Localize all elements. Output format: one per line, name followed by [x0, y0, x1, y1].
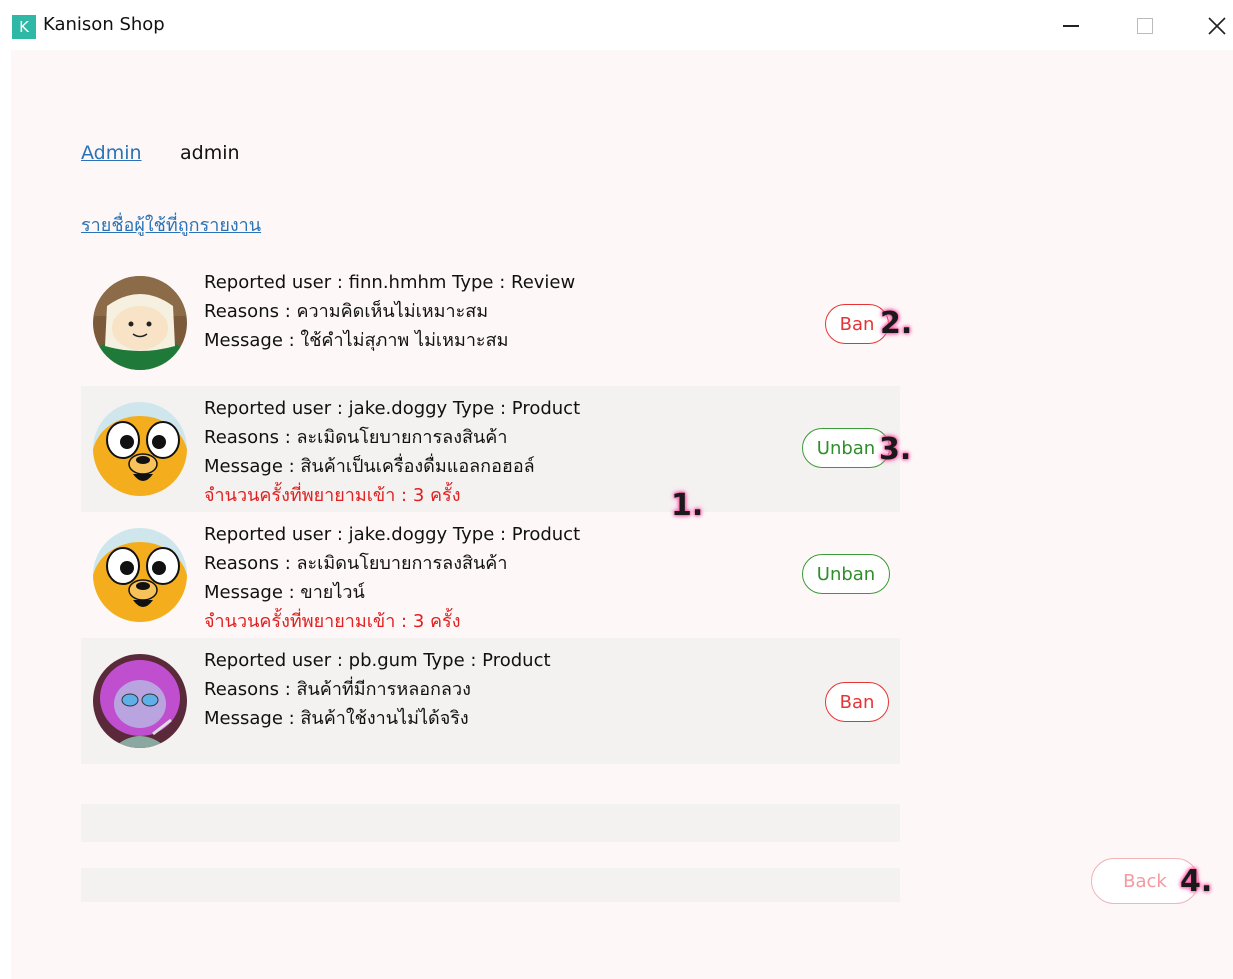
annotation-marker-1: 1. [671, 488, 704, 523]
report-details: Reported user : finn.hmhm Type : Review … [204, 268, 575, 355]
current-username: admin [180, 142, 240, 164]
reported-user-line: Reported user : jake.doggy Type : Produc… [204, 524, 581, 545]
jake-avatar-icon [93, 528, 187, 622]
minimize-icon [1063, 25, 1079, 27]
reasons-line: Reasons : ละเมิดนโยบายการลงสินค้า [204, 553, 508, 574]
reported-user-line: Reported user : jake.doggy Type : Produc… [204, 398, 581, 419]
reasons-line: Reasons : ละเมิดนโยบายการลงสินค้า [204, 427, 508, 448]
reported-user-line: Reported user : finn.hmhm Type : Review [204, 272, 576, 293]
message-line: Message : สินค้าใช้งานไม่ได้จริง [204, 708, 469, 729]
message-line: Message : สินค้าเป็นเครื่องดื่มแอลกอฮอล์ [204, 456, 535, 477]
reasons-line: Reasons : ความคิดเห็นไม่เหมาะสม [204, 301, 489, 322]
reasons-line: Reasons : สินค้าที่มีการหลอกลวง [204, 679, 471, 700]
minimize-button[interactable] [1056, 12, 1086, 40]
maximize-button[interactable] [1130, 12, 1160, 40]
maximize-icon [1137, 18, 1153, 34]
annotation-marker-2: 2. [880, 306, 913, 341]
pb-avatar-icon [93, 654, 187, 748]
message-line: Message : ใช้คำไม่สุภาพ ไม่เหมาะสม [204, 330, 509, 351]
message-line: Message : ขายไวน์ [204, 582, 365, 603]
reported-users-list: Reported user : finn.hmhm Type : Review … [81, 260, 900, 764]
report-row: Reported user : pb.gum Type : Product Re… [81, 638, 900, 764]
login-attempts-line: จำนวนครั้งที่พยายามเข้า : 3 ครั้ง [204, 611, 461, 632]
window-title: Kanison Shop [43, 14, 165, 35]
ban-button[interactable]: Ban [825, 682, 889, 722]
report-row: Reported user : jake.doggy Type : Produc… [81, 386, 900, 512]
reported-user-line: Reported user : pb.gum Type : Product [204, 650, 551, 671]
report-details: Reported user : jake.doggy Type : Produc… [204, 394, 580, 510]
reported-users-link[interactable]: รายชื่อผู้ใช้ที่ถูกรายงาน [81, 210, 261, 239]
annotation-marker-4: 4. [1180, 864, 1213, 899]
empty-list-row [81, 868, 900, 902]
unban-button[interactable]: Unban [802, 554, 890, 594]
report-details: Reported user : jake.doggy Type : Produc… [204, 520, 580, 636]
report-details: Reported user : pb.gum Type : Product Re… [204, 646, 551, 733]
jake-avatar-icon [93, 402, 187, 496]
report-row: Reported user : finn.hmhm Type : Review … [81, 260, 900, 386]
title-bar: K Kanison Shop [0, 0, 1233, 50]
report-row: Reported user : jake.doggy Type : Produc… [81, 512, 900, 638]
empty-list-row [81, 804, 900, 842]
annotation-marker-3: 3. [879, 432, 912, 467]
unban-button[interactable]: Unban [802, 428, 890, 468]
close-icon [1208, 17, 1226, 35]
close-button[interactable] [1202, 12, 1232, 40]
finn-avatar-icon [93, 276, 187, 370]
login-attempts-line: จำนวนครั้งที่พยายามเข้า : 3 ครั้ง [204, 485, 461, 506]
breadcrumb-admin-link[interactable]: Admin [81, 142, 142, 164]
app-logo-icon: K [12, 15, 36, 39]
